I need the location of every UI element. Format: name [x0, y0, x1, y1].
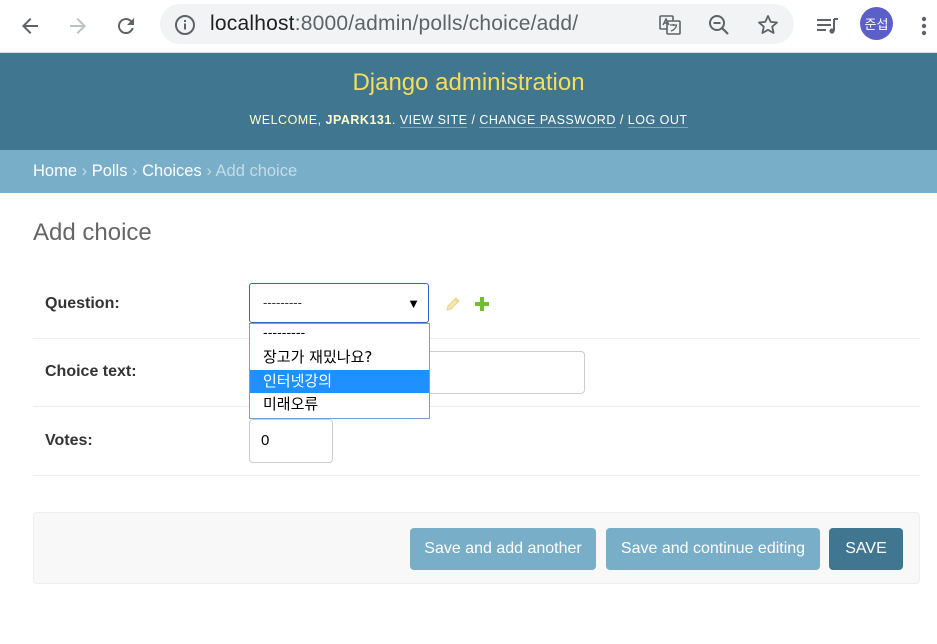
save-and-add-another-button[interactable]: Save and add another [410, 528, 596, 570]
more-menu-icon[interactable] [910, 12, 937, 40]
user-tools: WELCOME, JPARK131. VIEW SITE / CHANGE PA… [249, 113, 688, 128]
question-label: Question: [45, 295, 120, 312]
separator: / [467, 113, 480, 127]
url-host: localhost [210, 12, 295, 35]
breadcrumb-choices[interactable]: Choices [142, 162, 202, 180]
address-bar[interactable]: localhost:8000/admin/polls/choice/add/ [160, 4, 794, 44]
form-row-votes: Votes: [33, 406, 920, 476]
admin-header: Django administration WELCOME, JPARK131.… [0, 53, 937, 150]
votes-label: Votes: [45, 432, 93, 449]
log-out-link[interactable]: LOG OUT [627, 113, 688, 128]
change-password-link[interactable]: CHANGE PASSWORD [479, 113, 616, 128]
dropdown-option[interactable]: 미래오류 [250, 393, 429, 417]
reload-icon[interactable] [112, 12, 140, 40]
translate-icon[interactable] [658, 13, 682, 37]
view-site-link[interactable]: VIEW SITE [399, 113, 468, 128]
breadcrumb-home[interactable]: Home [33, 162, 77, 180]
votes-value: 0 [261, 432, 270, 449]
back-arrow-icon[interactable] [16, 12, 44, 40]
breadcrumb: Home › Polls › Choices › Add choice [0, 150, 937, 193]
question-dropdown-list[interactable]: --------- 장고가 재밌나요? 인터넷강의 미래오류 [249, 323, 430, 419]
breadcrumb-separator: › [77, 162, 92, 180]
media-queue-icon[interactable] [814, 12, 842, 40]
save-and-continue-button[interactable]: Save and continue editing [606, 528, 820, 570]
username: JPARK131 [325, 113, 392, 127]
save-button[interactable]: SAVE [829, 528, 903, 570]
dropdown-option[interactable]: 장고가 재밌나요? [250, 346, 429, 370]
choice-text-label: Choice text: [45, 363, 137, 380]
question-select[interactable]: --------- ▼ [249, 283, 429, 323]
zoom-out-icon[interactable] [707, 13, 731, 37]
edit-pencil-icon[interactable] [444, 295, 462, 318]
add-plus-icon[interactable] [474, 296, 490, 317]
breadcrumb-separator: › [201, 162, 216, 180]
dropdown-arrow-icon: ▼ [407, 296, 420, 311]
profile-avatar[interactable]: 준섭 [860, 7, 893, 40]
submit-row: Save and add another Save and continue e… [33, 512, 920, 584]
dropdown-option[interactable]: --------- [250, 324, 429, 346]
dropdown-option-highlighted[interactable]: 인터넷강의 [250, 369, 429, 393]
separator: / [615, 113, 628, 127]
question-selected-value: --------- [263, 295, 302, 310]
page-title: Add choice [33, 219, 152, 246]
votes-input[interactable]: 0 [249, 419, 333, 463]
browser-toolbar: localhost:8000/admin/polls/choice/add/ 준… [0, 0, 937, 53]
breadcrumb-separator: › [127, 162, 143, 180]
url-text: localhost:8000/admin/polls/choice/add/ [210, 12, 578, 36]
site-info-icon[interactable] [174, 14, 196, 41]
bookmark-star-icon[interactable] [756, 13, 780, 37]
site-branding[interactable]: Django administration [0, 69, 937, 97]
forward-arrow-icon[interactable] [64, 12, 92, 40]
breadcrumb-polls[interactable]: Polls [92, 162, 128, 180]
url-path: :8000/admin/polls/choice/add/ [294, 12, 579, 35]
breadcrumb-current: Add choice [215, 162, 298, 180]
welcome-text: WELCOME, [249, 113, 326, 127]
